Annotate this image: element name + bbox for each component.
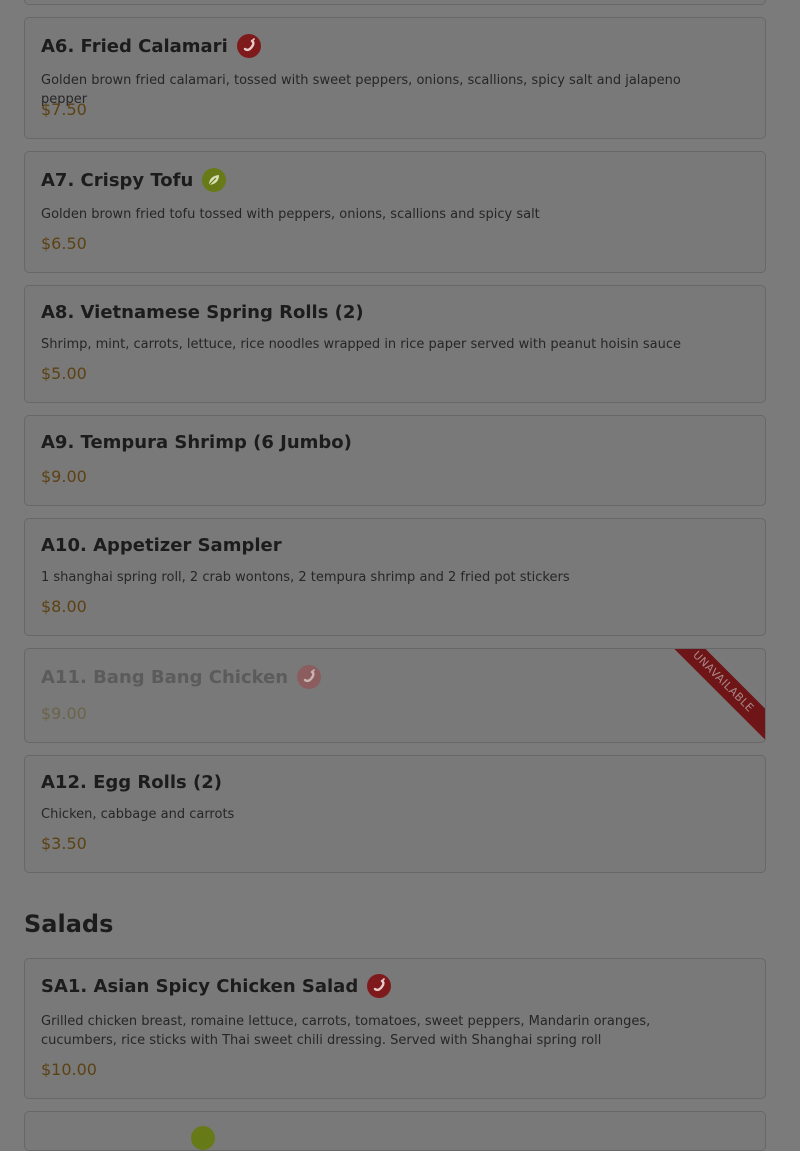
menu-item-title: A6. Fried Calamari	[41, 35, 228, 57]
menu-item-card[interactable]: A6. Fried Calamari Golden brown fried ca…	[24, 17, 766, 139]
unavailable-badge: UNAVAILABLE	[658, 649, 765, 742]
menu-item-price: $8.00	[41, 597, 87, 616]
menu-item-price: $10.00	[41, 1060, 97, 1079]
leaf-icon	[202, 168, 227, 192]
menu-item-title: A10. Appetizer Sampler	[41, 535, 282, 556]
menu-item-title: A12. Egg Rolls (2)	[41, 772, 222, 793]
menu-item-title: A7. Crispy Tofu	[41, 169, 194, 191]
menu-item-price: $9.00	[41, 704, 87, 723]
menu-item-card[interactable]: A7. Crispy Tofu Golden brown fried tofu …	[24, 151, 766, 273]
menu-item-card-partial[interactable]	[24, 0, 766, 5]
menu-item-price: $7.50	[41, 100, 87, 119]
chili-pepper-icon	[297, 665, 322, 689]
menu-item-price: $5.00	[41, 364, 87, 383]
menu-item-card-partial[interactable]	[24, 1111, 766, 1151]
menu-item-card[interactable]: A8. Vietnamese Spring Rolls (2) Shrimp, …	[24, 285, 766, 403]
menu-item-price: $9.00	[41, 467, 87, 486]
menu-item-price: $3.50	[41, 834, 87, 853]
menu-item-card[interactable]: A9. Tempura Shrimp (6 Jumbo) $9.00	[24, 415, 766, 506]
menu-item-card-unavailable[interactable]: A11. Bang Bang Chicken $9.00 UNAVAILABLE	[24, 648, 766, 743]
menu-item-card[interactable]: A12. Egg Rolls (2) Chicken, cabbage and …	[24, 755, 766, 873]
menu-item-card[interactable]: A10. Appetizer Sampler 1 shanghai spring…	[24, 518, 766, 636]
chili-pepper-icon	[236, 34, 261, 58]
leaf-icon	[191, 1126, 215, 1150]
menu-item-description: Shrimp, mint, carrots, lettuce, rice noo…	[41, 337, 681, 352]
menu-item-description: Chicken, cabbage and carrots	[41, 807, 235, 822]
menu-item-title: A8. Vietnamese Spring Rolls (2)	[41, 302, 364, 323]
menu-item-title: SA1. Asian Spicy Chicken Salad	[41, 975, 359, 997]
menu-item-price: $6.50	[41, 234, 87, 253]
menu-item-description: Grilled chicken breast, romaine lettuce,…	[41, 1014, 651, 1048]
menu-item-description: 1 shanghai spring roll, 2 crab wontons, …	[41, 570, 570, 585]
chili-pepper-icon	[367, 974, 392, 998]
menu-item-title: A9. Tempura Shrimp (6 Jumbo)	[41, 432, 352, 453]
menu-item-card[interactable]: SA1. Asian Spicy Chicken Salad Grilled c…	[24, 958, 766, 1099]
menu-item-description: Golden brown fried calamari, tossed with…	[41, 73, 681, 107]
menu-item-title: A11. Bang Bang Chicken	[41, 666, 289, 688]
section-title-salads: Salads	[24, 910, 114, 938]
menu-item-description: Golden brown fried tofu tossed with pepp…	[41, 207, 540, 222]
